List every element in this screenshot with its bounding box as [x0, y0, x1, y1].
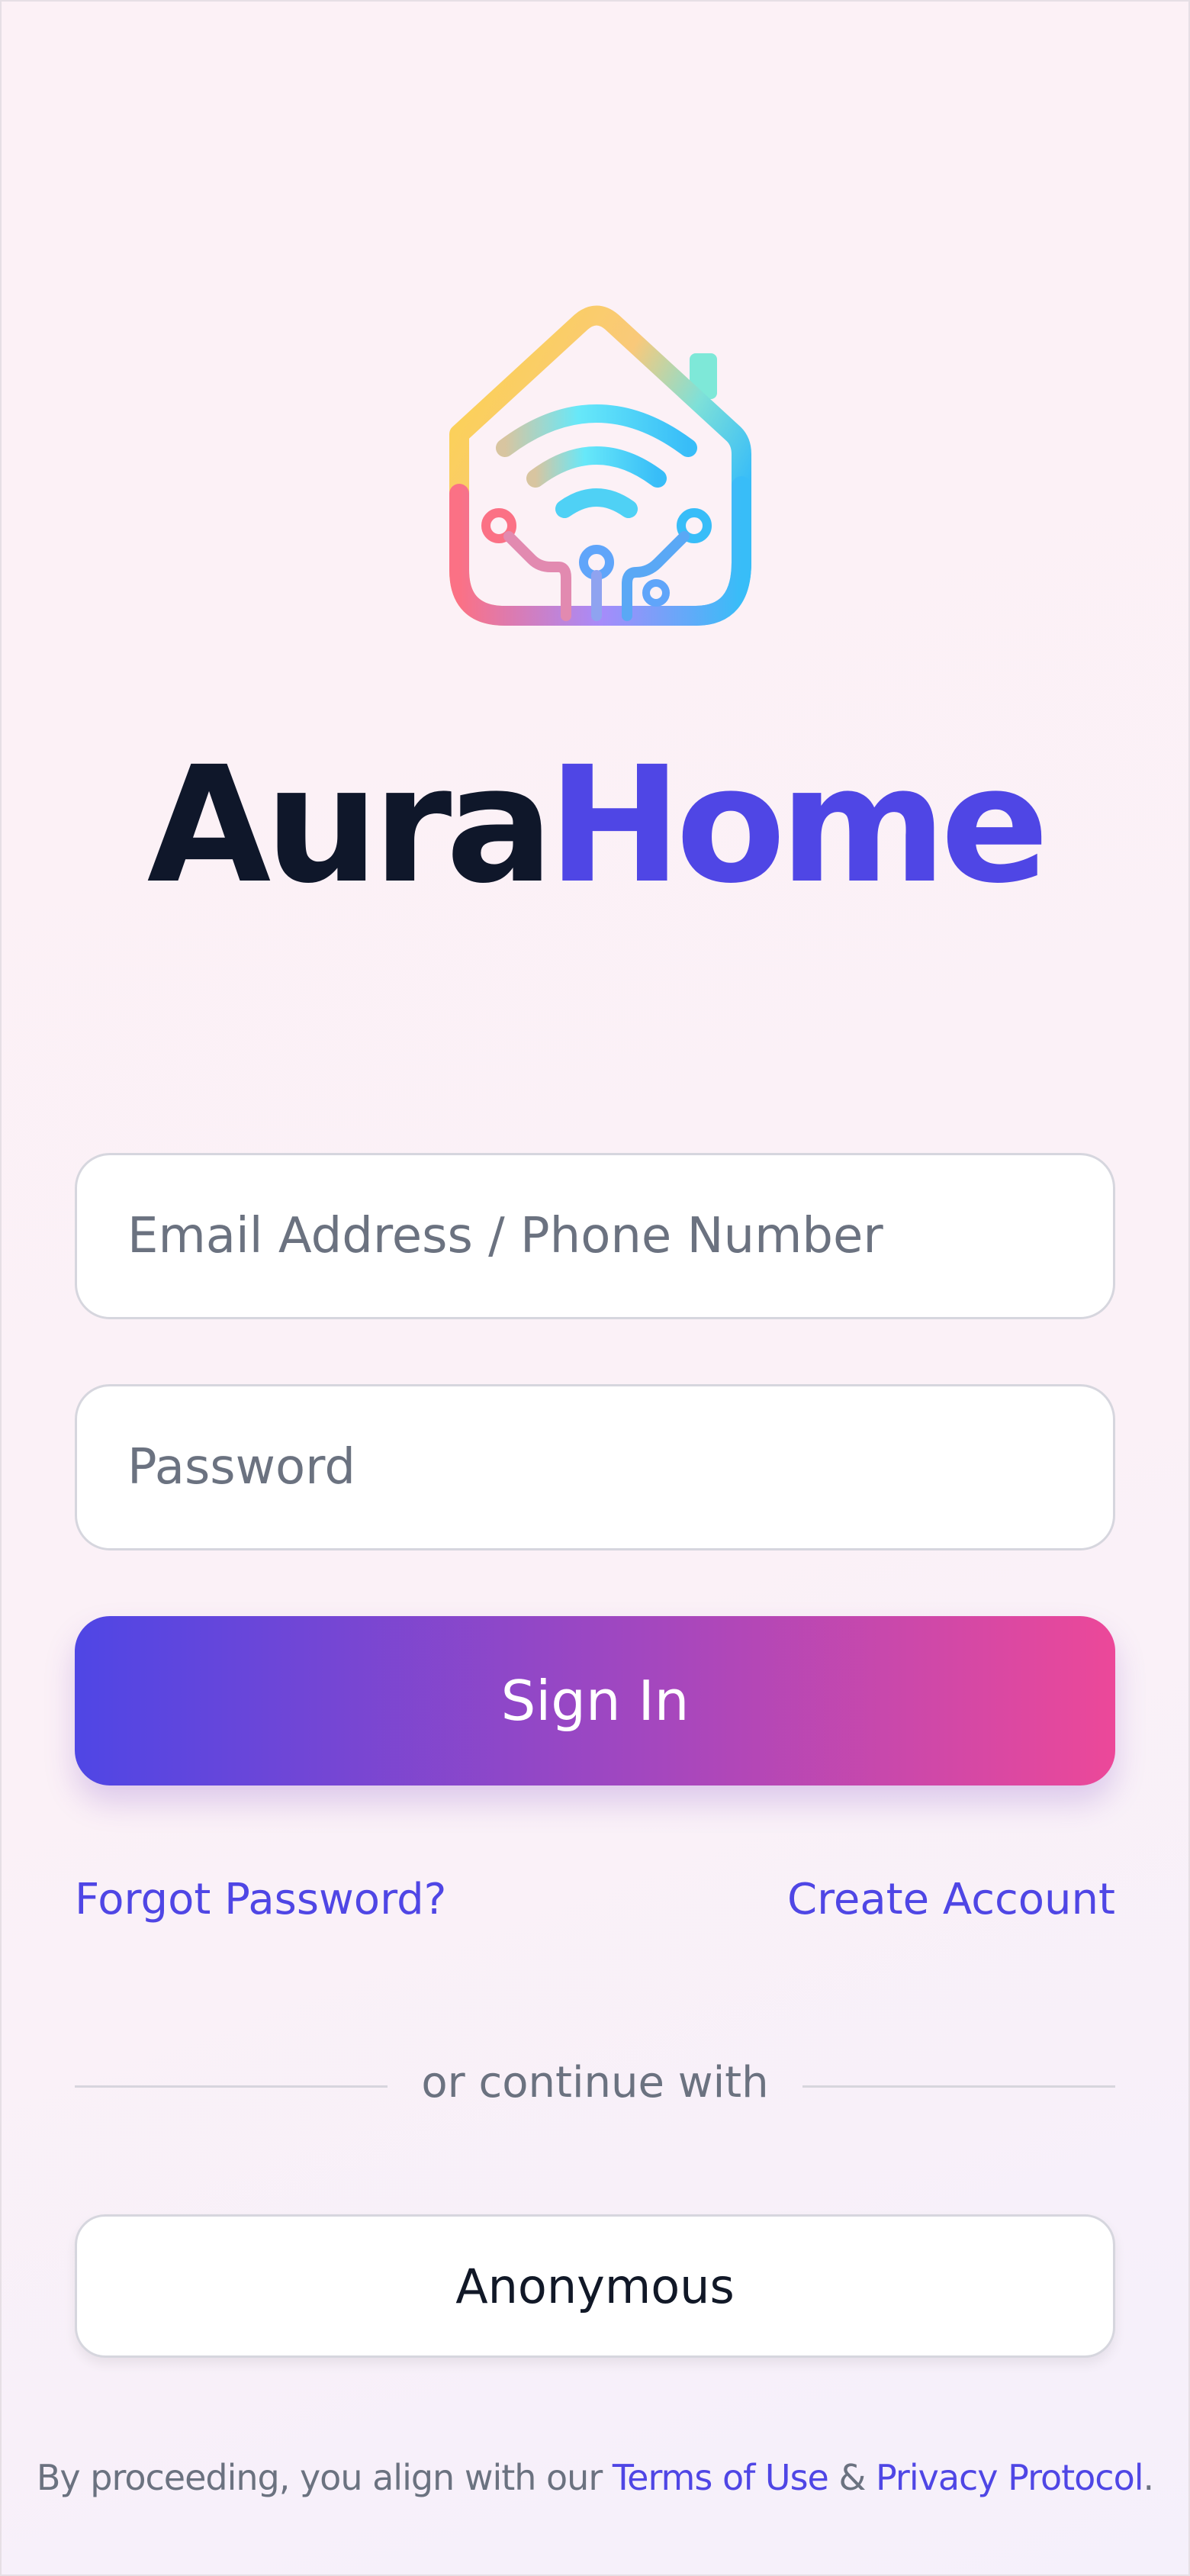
legal-ampersand: &: [828, 2457, 876, 2498]
password-placeholder: Password: [127, 1439, 355, 1496]
email-placeholder: Email Address / Phone Number: [127, 1208, 883, 1264]
legal-suffix: .: [1143, 2457, 1155, 2498]
create-account-link[interactable]: Create Account: [787, 1875, 1115, 1924]
password-field[interactable]: Password: [75, 1384, 1115, 1550]
terms-of-use-link[interactable]: Terms of Use: [613, 2457, 829, 2498]
sign-in-button[interactable]: Sign In: [75, 1616, 1115, 1785]
brand-name-part1: Aura: [146, 732, 554, 919]
legal-notice: By proceeding, you align with our Terms …: [2, 2457, 1188, 2498]
app-title: AuraHome: [2, 745, 1188, 906]
forgot-password-link[interactable]: Forgot Password?: [75, 1875, 446, 1924]
email-field[interactable]: Email Address / Phone Number: [75, 1153, 1115, 1319]
login-screen: AuraHome Email Address / Phone Number Pa…: [0, 0, 1190, 2576]
anonymous-login-button[interactable]: Anonymous: [75, 2214, 1115, 2358]
privacy-protocol-link[interactable]: Privacy Protocol: [876, 2457, 1144, 2498]
smart-home-logo-icon: [436, 295, 757, 631]
sign-in-label: Sign In: [500, 1669, 690, 1733]
alt-login-divider-text: or continue with: [421, 2058, 769, 2107]
brand-name-part2: Home: [548, 732, 1049, 919]
divider-right: [802, 2085, 1115, 2088]
anonymous-label: Anonymous: [455, 2258, 735, 2314]
legal-prefix: By proceeding, you align with our: [36, 2457, 613, 2498]
